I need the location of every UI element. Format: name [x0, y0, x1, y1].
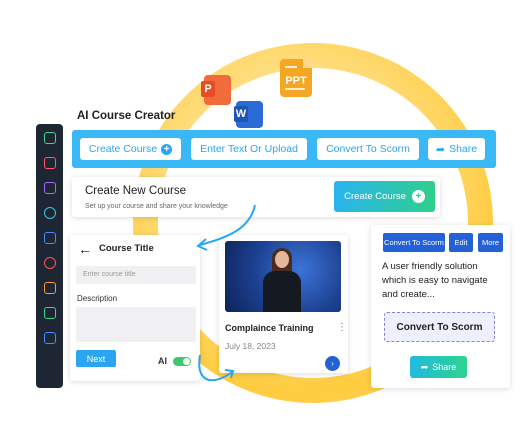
ai-toggle[interactable] [173, 357, 191, 366]
home-icon[interactable] [43, 132, 56, 144]
create-course-cta-button[interactable]: Create Course + [334, 181, 435, 212]
video-icon[interactable] [43, 157, 56, 169]
share-icon: ➦ [435, 143, 446, 156]
plus-icon: + [411, 190, 425, 203]
course-title-input[interactable]: Enter course title [76, 266, 196, 284]
course-form-heading: Course Title [99, 243, 154, 254]
scorm-share-label: Share [432, 362, 457, 372]
ppt-icon-bar [285, 66, 297, 68]
play-icon[interactable]: › [325, 356, 340, 371]
next-button[interactable]: Next [76, 350, 116, 367]
video-thumbnail[interactable] [225, 241, 341, 312]
more-options-icon[interactable]: ⋮ [337, 322, 347, 333]
create-course-button[interactable]: Create Course + [80, 138, 181, 160]
description-input[interactable] [76, 307, 196, 342]
scorm-description: A user friendly solution which is easy t… [382, 261, 488, 300]
convert-label: Convert To Scorm [326, 143, 410, 155]
convert-to-scorm-large-button[interactable]: Convert To Scorm [384, 312, 495, 342]
audio-icon[interactable] [43, 232, 56, 244]
enter-text-button[interactable]: Enter Text Or Upload [191, 138, 307, 160]
more-button[interactable]: More [478, 233, 503, 252]
ai-label: AI [158, 356, 167, 366]
description-label: Description [77, 294, 118, 303]
enter-text-label: Enter Text Or Upload [200, 143, 298, 155]
share-button[interactable]: ➦ Share [428, 138, 485, 160]
book-icon[interactable] [43, 182, 56, 194]
back-arrow-icon[interactable]: ← [78, 241, 92, 257]
convert-to-scorm-small-button[interactable]: Convert To Scorm [383, 233, 445, 252]
create-card-title: Create New Course [85, 185, 186, 197]
settings-icon[interactable] [43, 257, 56, 269]
pdf-icon-letter: P [201, 81, 215, 97]
presenter-body [263, 271, 301, 312]
scorm-share-button[interactable]: ➦ Share [410, 356, 467, 378]
image-icon[interactable] [43, 282, 56, 294]
ppt-icon-fold [303, 59, 312, 68]
plus-icon: + [161, 143, 173, 155]
share-icon: ➦ [420, 361, 429, 372]
pdf-file-icon: P [201, 75, 231, 105]
share-label: Share [449, 143, 478, 155]
create-course-label: Create Course [88, 143, 158, 155]
ppt-file-icon: PPT [280, 59, 312, 97]
video-card-title: Complaince Training [225, 323, 314, 333]
create-course-cta-label: Create Course [344, 191, 406, 202]
screen-icon[interactable] [43, 307, 56, 319]
sidebar [36, 124, 63, 388]
edit-button[interactable]: Edit [449, 233, 473, 252]
presenter-head [275, 251, 289, 268]
ppt-icon-bar [285, 88, 305, 90]
video-card-date: July 18, 2023 [225, 341, 276, 351]
convert-to-scorm-button[interactable]: Convert To Scorm [317, 138, 419, 160]
stage: P PPT W AI Course Creator Create Course … [0, 0, 524, 448]
word-file-icon: W [234, 101, 263, 128]
app-title: AI Course Creator [77, 110, 176, 122]
ppt-icon-label: PPT [285, 75, 307, 87]
chat-icon[interactable] [43, 207, 56, 219]
layout-icon[interactable] [43, 332, 56, 344]
create-card-subtitle: Set up your course and share your knowle… [85, 203, 228, 210]
word-icon-letter: W [234, 106, 248, 122]
